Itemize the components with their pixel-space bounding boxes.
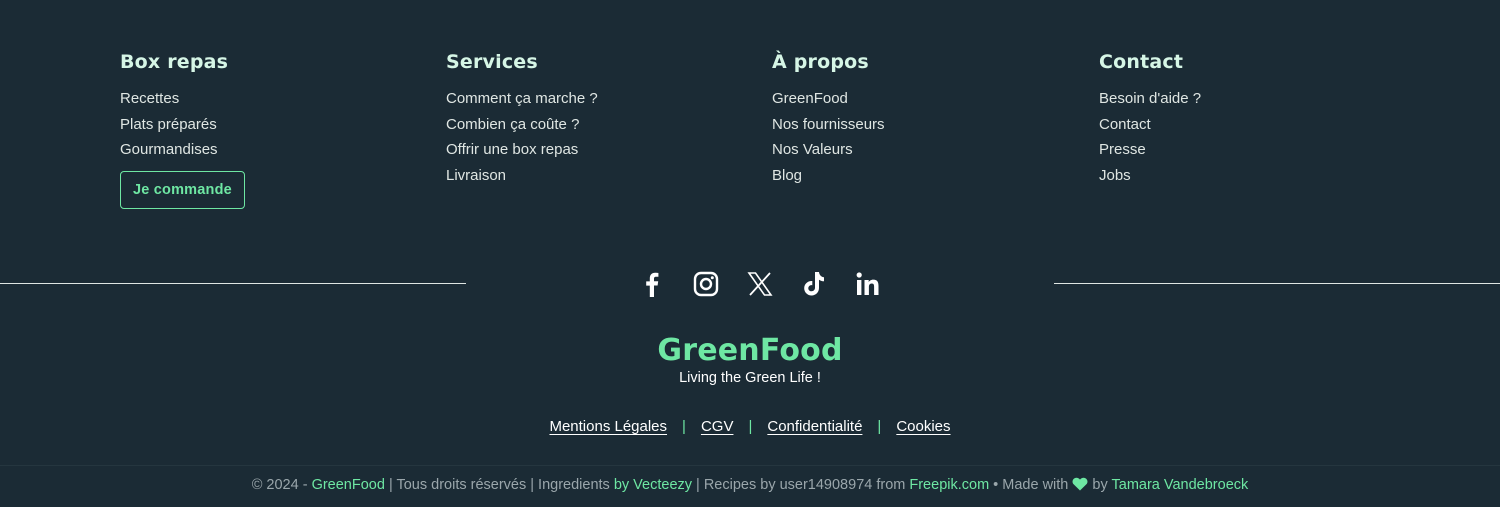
footer-link-comment-ca-marche[interactable]: Comment ça marche ? bbox=[446, 86, 746, 112]
recipes-text: | Recipes by user14908974 from bbox=[692, 477, 910, 493]
legal-link-cookies[interactable]: Cookies bbox=[896, 418, 950, 435]
linkedin-icon[interactable] bbox=[852, 268, 884, 300]
footer-link-combien-ca-coute[interactable]: Combien ça coûte ? bbox=[446, 112, 746, 138]
footer-link-fournisseurs[interactable]: Nos fournisseurs bbox=[772, 112, 1072, 138]
bottom-divider bbox=[0, 465, 1500, 466]
footer-link-gourmandises[interactable]: Gourmandises bbox=[120, 137, 420, 163]
footer-link-contact[interactable]: Contact bbox=[1099, 112, 1399, 138]
legal-link-mentions[interactable]: Mentions Légales bbox=[549, 418, 667, 435]
footer-link-besoin-aide[interactable]: Besoin d'aide ? bbox=[1099, 86, 1399, 112]
column-services: Services Comment ça marche ? Combien ça … bbox=[446, 48, 746, 189]
column-title: Services bbox=[446, 51, 538, 73]
brand-tagline: Living the Green Life ! bbox=[679, 370, 821, 386]
legal-link-confidentialite[interactable]: Confidentialité bbox=[767, 418, 862, 435]
footer-link-valeurs[interactable]: Nos Valeurs bbox=[772, 137, 1072, 163]
footer-link-livraison[interactable]: Livraison bbox=[446, 163, 746, 189]
order-button[interactable]: Je commande bbox=[120, 171, 245, 210]
legal-separator: | bbox=[877, 418, 882, 435]
made-with-text: • Made with bbox=[989, 477, 1073, 493]
divider-left bbox=[0, 283, 466, 284]
by-text: by bbox=[1088, 477, 1112, 493]
link-list: Recettes Plats préparés Gourmandises bbox=[120, 86, 420, 163]
facebook-icon[interactable] bbox=[636, 268, 668, 300]
divider-right bbox=[1054, 283, 1500, 284]
social-links bbox=[636, 268, 888, 300]
instagram-icon[interactable] bbox=[690, 268, 722, 300]
x-icon[interactable] bbox=[744, 268, 776, 300]
legal-separator: | bbox=[748, 418, 753, 435]
link-list: GreenFood Nos fournisseurs Nos Valeurs B… bbox=[772, 86, 1072, 189]
column-title: À propos bbox=[772, 51, 869, 73]
link-list: Besoin d'aide ? Contact Presse Jobs bbox=[1099, 86, 1399, 189]
credits-link-freepik[interactable]: Freepik.com bbox=[909, 477, 989, 493]
footer-link-greenfood[interactable]: GreenFood bbox=[772, 86, 1072, 112]
footer-link-jobs[interactable]: Jobs bbox=[1099, 163, 1399, 189]
brand-logo-text[interactable]: GreenFood bbox=[0, 333, 1500, 369]
credits-link-author[interactable]: Tamara Vandebroeck bbox=[1112, 477, 1249, 493]
legal-separator: | bbox=[682, 418, 686, 435]
legal-link-cgv[interactable]: CGV bbox=[701, 418, 734, 435]
column-contact: Contact Besoin d'aide ? Contact Presse J… bbox=[1099, 48, 1399, 189]
credits-line: © 2024 - GreenFood | Tous droits réservé… bbox=[0, 477, 1500, 493]
column-a-propos: À propos GreenFood Nos fournisseurs Nos … bbox=[772, 48, 1072, 189]
column-title: Box repas bbox=[120, 51, 229, 73]
link-list: Comment ça marche ? Combien ça coûte ? O… bbox=[446, 86, 746, 189]
credits-link-vecteezy[interactable]: by Vecteezy bbox=[614, 477, 692, 493]
footer-link-presse[interactable]: Presse bbox=[1099, 137, 1399, 163]
tiktok-icon[interactable] bbox=[798, 268, 830, 300]
footer-link-plats-prepares[interactable]: Plats préparés bbox=[120, 112, 420, 138]
rights-text: | Tous droits réservés | Ingredients bbox=[384, 477, 614, 493]
column-title: Contact bbox=[1099, 51, 1184, 73]
credits-link-greenfood[interactable]: GreenFood bbox=[312, 477, 385, 493]
copyright-text: © 2024 - bbox=[251, 477, 312, 493]
legal-links: Mentions Légales | CGV | Confidentialité | Coo… bbox=[0, 418, 1500, 435]
heart-icon bbox=[1072, 477, 1088, 491]
footer-link-offrir-box[interactable]: Offrir une box repas bbox=[446, 137, 746, 163]
footer-link-blog[interactable]: Blog bbox=[772, 163, 1072, 189]
brand-block: GreenFood Living the Green Life ! bbox=[0, 333, 1500, 387]
column-box-repas: Box repas Recettes Plats préparés Gourma… bbox=[120, 48, 420, 210]
footer-columns: Box repas Recettes Plats préparés Gourma… bbox=[120, 48, 1420, 228]
footer-link-recettes[interactable]: Recettes bbox=[120, 86, 420, 112]
